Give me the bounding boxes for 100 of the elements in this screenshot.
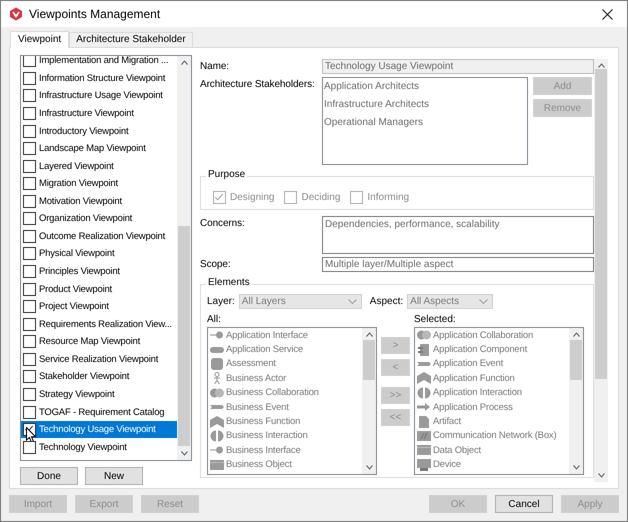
- mouse-pointer-icon: [26, 426, 37, 444]
- element-item[interactable]: Application Collaboration: [433, 330, 534, 341]
- viewpoint-item[interactable]: Project Viewpoint: [21, 298, 177, 316]
- viewpoint-item[interactable]: Resource Map Viewpoint: [21, 333, 177, 351]
- group-title: Elements: [206, 277, 252, 288]
- viewpoint-item[interactable]: Stakeholder Viewpoint: [21, 368, 177, 386]
- viewpoint-item[interactable]: Technology Usage Viewpoint: [21, 420, 177, 438]
- rectangle-icon: [417, 444, 431, 456]
- app-logo-icon: [9, 7, 23, 21]
- checkbox[interactable]: [23, 230, 36, 243]
- viewpoint-item[interactable]: Service Realization Viewpoint: [21, 350, 177, 368]
- checkbox[interactable]: [23, 106, 36, 120]
- element-item[interactable]: Device: [433, 459, 461, 470]
- scrollbar-thumb[interactable]: [595, 69, 607, 379]
- element-item[interactable]: Business Function: [226, 416, 300, 428]
- element-item[interactable]: Application Event: [433, 358, 504, 370]
- checkbox[interactable]: [23, 89, 36, 102]
- viewpoint-item[interactable]: Requirements Realization View...: [21, 315, 177, 333]
- checkbox[interactable]: [23, 56, 36, 68]
- field-label: Layer:: [207, 296, 235, 307]
- checkbox[interactable]: [23, 440, 36, 454]
- element-item[interactable]: Application Process: [433, 402, 513, 413]
- checkbox[interactable]: [23, 194, 36, 208]
- field-label: Scope:: [200, 258, 232, 270]
- checkbox[interactable]: [23, 124, 36, 138]
- scrollbar-thumb[interactable]: [363, 340, 375, 380]
- element-item[interactable]: Business Event: [226, 402, 289, 413]
- viewpoint-item[interactable]: Strategy Viewpoint: [21, 386, 177, 404]
- monitor-icon: [417, 458, 431, 471]
- viewpoint-item[interactable]: Implementation and Migration ...: [21, 56, 177, 70]
- checkbox[interactable]: [23, 370, 36, 384]
- component-icon: [417, 344, 431, 356]
- viewpoint-item[interactable]: Product Viewpoint: [21, 280, 177, 298]
- stakeholder-item[interactable]: Application Architects: [323, 79, 527, 97]
- scrollbar[interactable]: [177, 56, 191, 460]
- checkbox[interactable]: [23, 265, 36, 278]
- footer-button[interactable]: Cancel: [495, 495, 553, 513]
- checkbox[interactable]: [23, 177, 36, 190]
- checkbox[interactable]: [23, 160, 36, 173]
- checkbox[interactable]: [23, 142, 36, 156]
- scroll-up-icon: [572, 332, 580, 337]
- checkbox[interactable]: [23, 388, 36, 401]
- stakeholder-item[interactable]: Operational Managers: [323, 115, 527, 133]
- list-button[interactable]: New: [85, 467, 143, 485]
- field-label: Name:: [200, 60, 230, 72]
- concerns-field[interactable]: Dependencies, performance, scalability: [322, 216, 594, 254]
- field-label: Aspect:: [370, 296, 404, 307]
- element-item[interactable]: Application Service: [226, 344, 303, 356]
- checkbox-label: Designing: [230, 192, 274, 203]
- checkbox[interactable]: [23, 282, 36, 296]
- viewpoint-item[interactable]: Infrastructure Viewpoint: [21, 104, 177, 122]
- element-item[interactable]: Assessment: [226, 358, 276, 370]
- element-item[interactable]: Business Interaction: [226, 430, 308, 442]
- viewpoint-item[interactable]: Motivation Viewpoint: [21, 192, 177, 210]
- list-button[interactable]: Done: [20, 467, 78, 485]
- element-item[interactable]: Application Function: [433, 372, 515, 384]
- element-item[interactable]: Artifact: [433, 416, 461, 428]
- checkbox[interactable]: [23, 300, 36, 314]
- viewpoint-item[interactable]: Migration Viewpoint: [21, 174, 177, 192]
- element-item[interactable]: Data Object: [433, 444, 481, 456]
- element-item[interactable]: Communication Network (Box): [433, 430, 556, 442]
- viewpoint-item[interactable]: Landscape Map Viewpoint: [21, 140, 177, 158]
- tab[interactable]: Viewpoint: [10, 31, 70, 48]
- viewpoint-item[interactable]: Outcome Realization Viewpoint: [21, 228, 177, 246]
- scrollbar[interactable]: [594, 59, 608, 482]
- viewpoint-item[interactable]: Introductory Viewpoint: [21, 122, 177, 140]
- viewpoint-item[interactable]: Principles Viewpoint: [21, 262, 177, 280]
- viewpoint-item[interactable]: Technology Viewpoint: [21, 438, 177, 456]
- scroll-up-icon: [180, 60, 188, 65]
- checkbox[interactable]: [23, 318, 36, 331]
- scrollbar[interactable]: [569, 328, 583, 474]
- checkbox[interactable]: [23, 72, 36, 85]
- close-icon: [602, 8, 613, 20]
- checkbox[interactable]: [23, 352, 36, 366]
- checkbox[interactable]: [23, 406, 36, 419]
- element-item[interactable]: Application Interface: [226, 330, 308, 341]
- viewpoint-item[interactable]: Organization Viewpoint: [21, 210, 177, 228]
- viewpoint-item[interactable]: Layered Viewpoint: [21, 157, 177, 175]
- checkbox-label: Deciding: [301, 192, 340, 203]
- element-item[interactable]: Business Actor: [226, 372, 286, 384]
- element-item[interactable]: Business Collaboration: [226, 387, 319, 398]
- scrollbar-thumb[interactable]: [178, 226, 190, 446]
- element-item[interactable]: Business Interface: [226, 444, 301, 456]
- element-item[interactable]: Application Component: [433, 344, 528, 356]
- element-item[interactable]: Application Interaction: [433, 387, 522, 398]
- scrollbar-thumb[interactable]: [570, 340, 582, 380]
- viewpoint-item[interactable]: TOGAF - Requirement Catalog: [21, 403, 177, 421]
- checkbox[interactable]: [23, 335, 36, 348]
- viewpoint-item[interactable]: Information Structure Viewpoint: [21, 70, 177, 88]
- scrollbar[interactable]: [362, 328, 376, 474]
- field-label: Selected:: [414, 313, 457, 327]
- checkbox[interactable]: [23, 212, 36, 226]
- scope-field[interactable]: Multiple layer/Multiple aspect: [322, 257, 594, 272]
- field-label: Architecture Stakeholders:: [200, 78, 316, 90]
- checkbox[interactable]: [23, 247, 36, 260]
- element-item[interactable]: Business Object: [226, 459, 292, 470]
- stakeholder-item[interactable]: Infrastructure Architects: [323, 97, 527, 115]
- tab[interactable]: Architecture Stakeholder: [69, 32, 193, 47]
- viewpoint-item[interactable]: Physical Viewpoint: [21, 245, 177, 263]
- viewpoint-item[interactable]: Infrastructure Usage Viewpoint: [21, 87, 177, 105]
